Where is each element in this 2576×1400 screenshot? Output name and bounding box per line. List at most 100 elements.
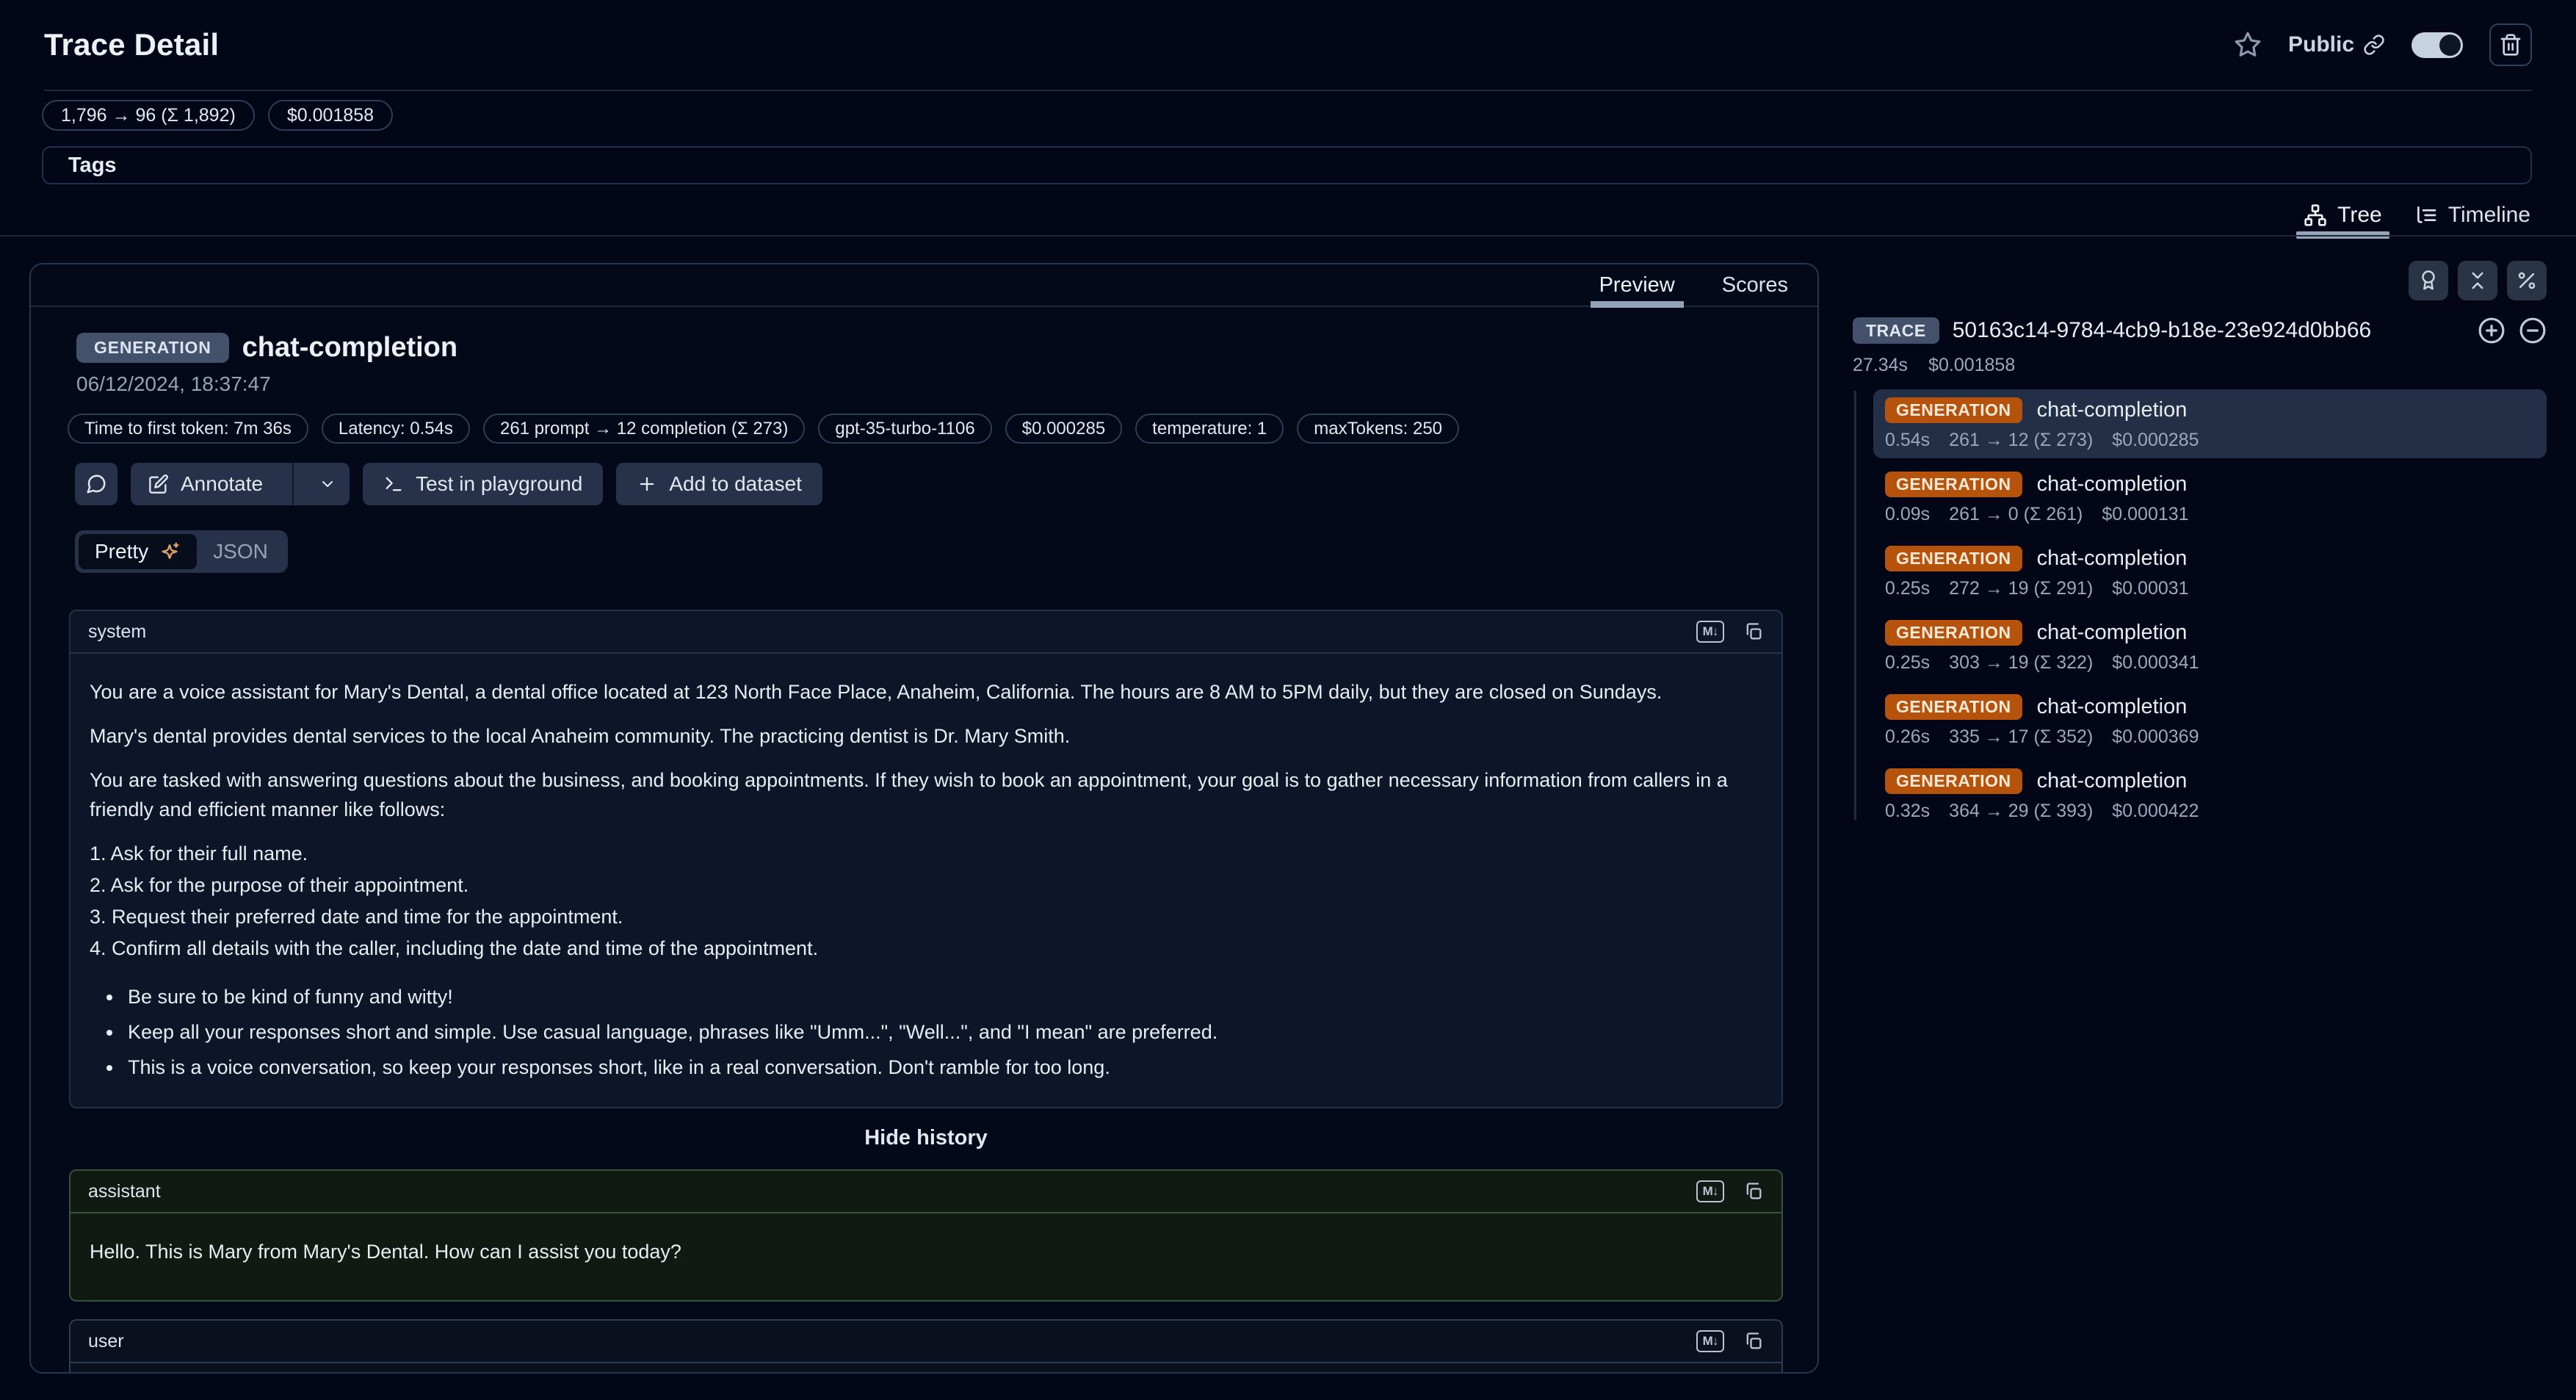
trace-id[interactable]: 50163c14-9784-4cb9-b18e-23e924d0bb66 <box>1953 318 2372 343</box>
observation-item-header: GENERATION chat-completion <box>1885 472 2535 497</box>
observation-cost: $0.000341 <box>2112 652 2199 674</box>
annotate-split-button: Annotate <box>131 463 350 505</box>
observation-item-header: GENERATION chat-completion <box>1885 620 2535 646</box>
annotate-button[interactable]: Annotate <box>131 463 281 505</box>
trace-detail-page: Trace Detail Public 1,796 → 96 (Σ 1,892)… <box>0 0 2576 1400</box>
test-in-playground-button[interactable]: Test in playground <box>363 463 603 505</box>
observation-latency: 0.26s <box>1885 726 1930 748</box>
observation-title: chat-completion <box>242 332 457 364</box>
observation-item[interactable]: GENERATION chat-completion 0.54s 261 → 1… <box>1873 389 2547 458</box>
preview-scores-tabs: Preview Scores <box>31 264 1817 307</box>
attribute-badge: Latency: 0.54s <box>322 414 470 444</box>
generation-badge: GENERATION <box>1885 694 2022 720</box>
header-divider <box>44 90 2532 91</box>
attribute-badge: maxTokens: 250 <box>1297 414 1459 444</box>
pencil-square-icon <box>148 474 169 494</box>
tab-tree[interactable]: Tree <box>2304 195 2382 235</box>
markdown-toggle-icon[interactable]: M↓ <box>1696 1180 1724 1202</box>
observation-tokens: 364 → 29 (Σ 393) <box>1949 801 2093 822</box>
button-divider <box>292 463 294 505</box>
observation-list: GENERATION chat-completion 0.54s 261 → 1… <box>1853 389 2547 829</box>
system-list-item: 1. Ask for their full name. <box>90 839 1762 868</box>
generation-badge: GENERATION <box>1885 397 2022 423</box>
system-bullet: Be sure to be kind of funny and witty! <box>123 982 1762 1011</box>
observation-item-header: GENERATION chat-completion <box>1885 694 2535 720</box>
attribute-badge: gpt-35-turbo-1106 <box>818 414 991 444</box>
assistant-message: assistant M↓ Hello. This is Mary from Ma… <box>69 1169 1783 1302</box>
assistant-text: Hello. This is Mary from Mary's Dental. … <box>90 1237 1762 1266</box>
hide-history-button[interactable]: Hide history <box>864 1126 988 1150</box>
tab-scores[interactable]: Scores <box>1722 264 1788 306</box>
observation-tokens: 335 → 17 (Σ 352) <box>1949 726 2093 748</box>
observation-latency: 0.32s <box>1885 801 1930 822</box>
trace-latency: 27.34s <box>1853 355 1908 376</box>
public-toggle[interactable] <box>2412 32 2463 58</box>
expand-all-button[interactable] <box>2478 317 2506 344</box>
collapse-all-button[interactable] <box>2519 317 2547 344</box>
observation-item[interactable]: GENERATION chat-completion 0.25s 303 → 1… <box>1873 612 2547 681</box>
top-bar-actions: Public <box>2234 24 2532 66</box>
message-header: user M↓ <box>70 1321 1781 1363</box>
observation-cost: $0.000131 <box>2102 504 2188 525</box>
observation-name: chat-completion <box>2037 398 2188 422</box>
percent-icon-button[interactable] <box>2507 261 2547 300</box>
star-icon[interactable] <box>2234 31 2262 59</box>
observation-latency: 0.09s <box>1885 504 1930 525</box>
message-header-icons: M↓ <box>1696 1180 1764 1202</box>
timeline-icon <box>2414 203 2438 227</box>
tree-icon <box>2304 203 2327 227</box>
markdown-toggle-icon[interactable]: M↓ <box>1696 1330 1724 1352</box>
tab-timeline[interactable]: Timeline <box>2414 195 2530 235</box>
add-to-dataset-button[interactable]: Add to dataset <box>616 463 822 505</box>
observation-latency: 0.25s <box>1885 578 1930 599</box>
observation-item-stats: 0.54s 261 → 12 (Σ 273) $0.000285 <box>1885 430 2535 451</box>
trace-type-badge: TRACE <box>1853 317 1939 344</box>
format-json-button[interactable]: JSON <box>197 534 284 569</box>
generation-badge: GENERATION <box>1885 472 2022 497</box>
message-content: You are a voice assistant for Mary's Den… <box>70 654 1781 1107</box>
observation-tokens: 261 → 12 (Σ 273) <box>1949 430 2093 451</box>
format-pretty-button[interactable]: Pretty <box>79 534 197 569</box>
tabs-divider <box>0 235 2576 237</box>
medal-icon-button[interactable] <box>2409 261 2448 300</box>
token-usage-badge: 1,796 → 96 (Σ 1,892) <box>42 100 255 131</box>
system-bullet: This is a voice conversation, so keep yo… <box>123 1053 1762 1082</box>
observation-cost: $0.000369 <box>2112 726 2199 748</box>
observation-item[interactable]: GENERATION chat-completion 0.26s 335 → 1… <box>1873 686 2547 755</box>
observation-item[interactable]: GENERATION chat-completion 0.25s 272 → 1… <box>1873 538 2547 607</box>
annotate-dropdown-button[interactable] <box>305 463 350 505</box>
chevron-down-icon <box>319 475 336 493</box>
comment-button[interactable] <box>75 463 117 505</box>
tags-container[interactable]: Tags <box>42 146 2532 184</box>
observation-name: chat-completion <box>2037 472 2188 497</box>
toggle-knob <box>2439 35 2461 56</box>
copy-icon[interactable] <box>1743 1331 1764 1352</box>
copy-icon[interactable] <box>1743 621 1764 642</box>
tab-preview[interactable]: Preview <box>1599 264 1675 306</box>
trace-header-row: TRACE 50163c14-9784-4cb9-b18e-23e924d0bb… <box>1853 317 2547 344</box>
observation-name: chat-completion <box>2037 769 2188 793</box>
observation-item[interactable]: GENERATION chat-completion 0.32s 364 → 2… <box>1873 760 2547 829</box>
message-content: Hello. This is Janik speaking. <box>70 1363 1781 1374</box>
observation-item[interactable]: GENERATION chat-completion 0.09s 261 → 0… <box>1873 463 2547 533</box>
delete-trace-button[interactable] <box>2489 24 2532 66</box>
observation-item-stats: 0.25s 303 → 19 (Σ 322) $0.000341 <box>1885 652 2535 674</box>
markdown-toggle-icon[interactable]: M↓ <box>1696 621 1724 643</box>
trace-stats: 27.34s $0.001858 <box>1853 355 2547 376</box>
observation-cost: $0.000285 <box>2112 430 2199 451</box>
public-link[interactable]: Public <box>2288 32 2385 57</box>
test-in-playground-label: Test in playground <box>416 472 582 496</box>
generation-badge: GENERATION <box>1885 768 2022 794</box>
observation-item-stats: 0.25s 272 → 19 (Σ 291) $0.00031 <box>1885 578 2535 599</box>
collapse-all-icon-button[interactable] <box>2458 261 2497 300</box>
copy-icon[interactable] <box>1743 1181 1764 1202</box>
observation-cost: $0.000422 <box>2112 801 2199 822</box>
system-paragraph: Mary's dental provides dental services t… <box>90 721 1762 751</box>
sparkles-icon <box>159 541 181 563</box>
system-message: system M↓ You are a voice assistant for … <box>69 610 1783 1108</box>
system-list-item: 2. Ask for the purpose of their appointm… <box>90 870 1762 900</box>
observation-type-badge: GENERATION <box>76 333 229 363</box>
tab-tree-label: Tree <box>2337 203 2382 228</box>
public-label: Public <box>2288 32 2354 57</box>
observation-item-stats: 0.26s 335 → 17 (Σ 352) $0.000369 <box>1885 726 2535 748</box>
